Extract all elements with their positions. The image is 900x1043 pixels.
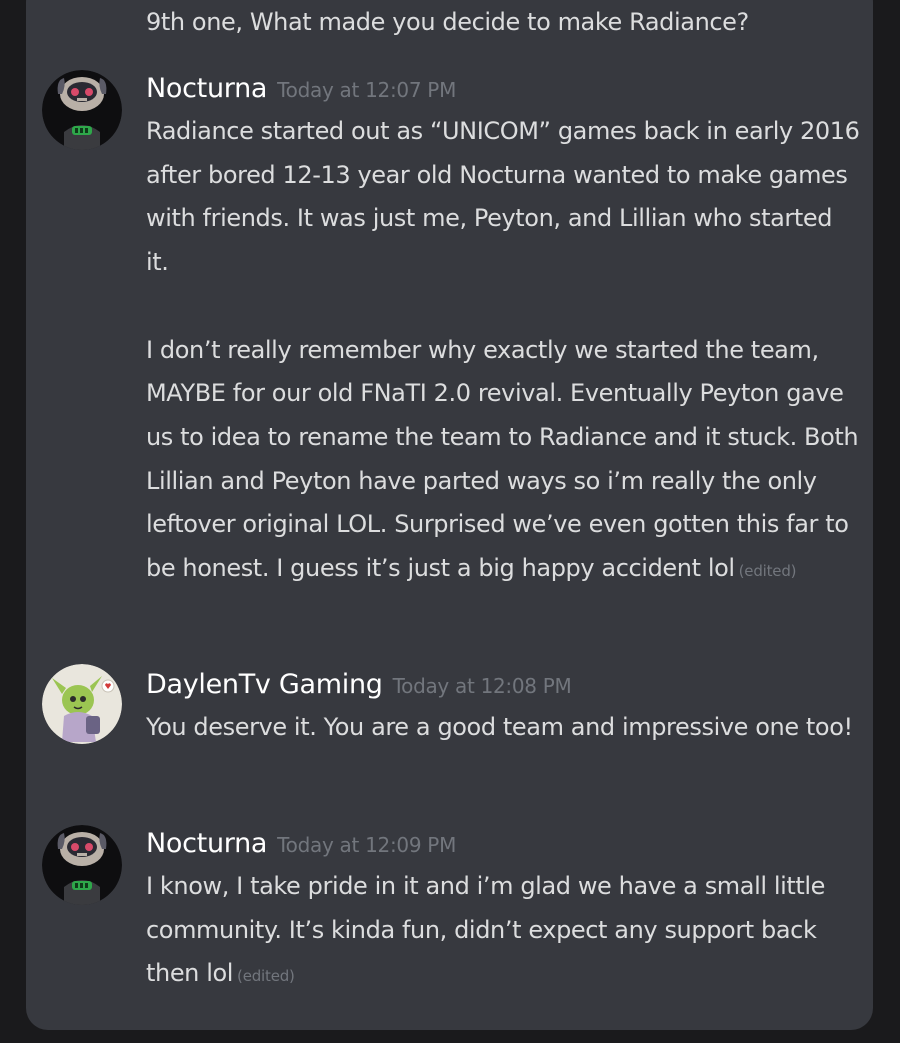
avatar[interactable]	[42, 70, 122, 150]
author-name[interactable]: Nocturna	[146, 828, 267, 859]
message-text: You deserve it. You are a good team and …	[146, 713, 853, 741]
avatar[interactable]	[42, 825, 122, 905]
author-name[interactable]: DaylenTv Gaming	[146, 669, 383, 700]
message-header: Nocturna Today at 12:09 PM	[146, 823, 861, 865]
timestamp[interactable]: Today at 12:07 PM	[277, 78, 456, 102]
message-text: I don’t really remember why exactly we s…	[146, 329, 861, 594]
message-text: 9th one, What made you decide to make Ra…	[146, 8, 749, 36]
nocturna-avatar-icon	[42, 70, 122, 150]
edited-label: (edited)	[738, 562, 797, 581]
message-header: DaylenTv Gaming Today at 12:08 PM	[146, 664, 861, 706]
timestamp[interactable]: Today at 12:08 PM	[393, 674, 572, 698]
nocturna-avatar-icon	[42, 825, 122, 905]
message-text: Radiance started out as “UNICOM” games b…	[146, 117, 860, 277]
daylentv-avatar-icon	[42, 664, 122, 744]
avatar[interactable]	[42, 664, 122, 744]
message-text: I know, I take pride in it and i’m glad …	[146, 865, 861, 999]
edited-label: (edited)	[237, 967, 295, 986]
timestamp[interactable]: Today at 12:09 PM	[277, 833, 456, 857]
message-header: Nocturna Today at 12:07 PM	[146, 68, 861, 110]
message-text-body: I don’t really remember why exactly we s…	[146, 335, 859, 583]
author-name[interactable]: Nocturna	[146, 73, 267, 104]
